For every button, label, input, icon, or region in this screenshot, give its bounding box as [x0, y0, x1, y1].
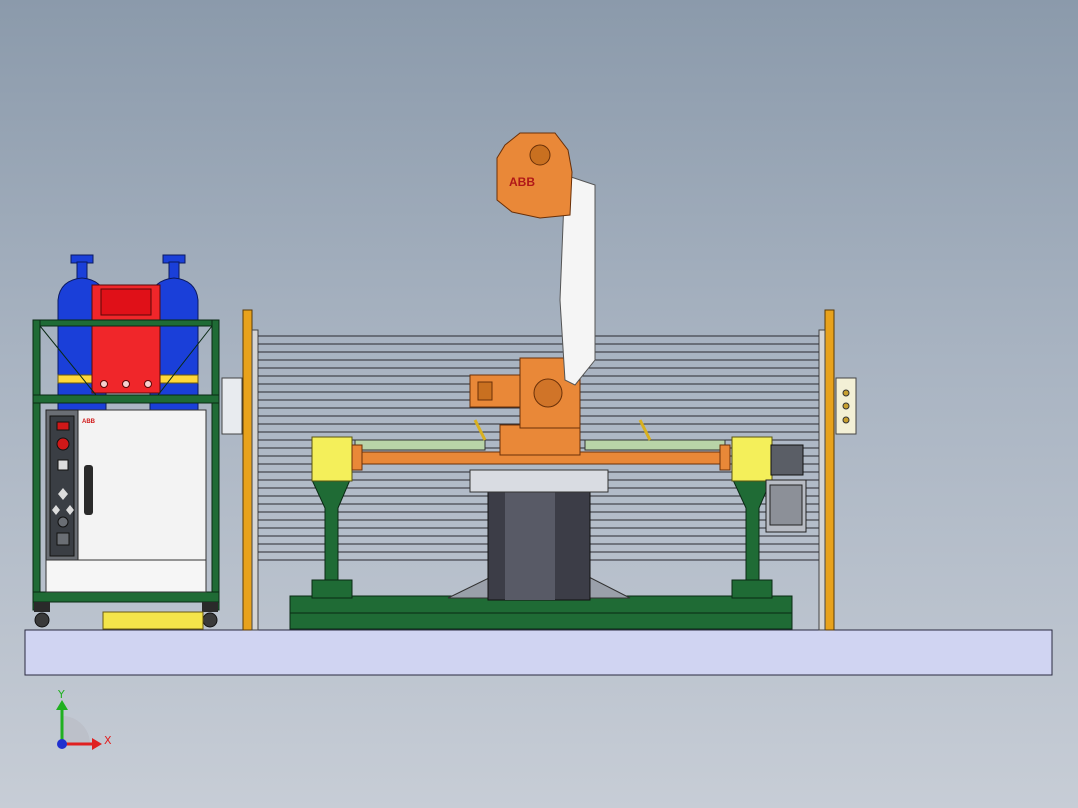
positioner-motor — [765, 444, 807, 533]
caster-left — [34, 602, 50, 628]
welding-power-cart: ABB — [32, 254, 220, 630]
robot-controller-cabinet: ABB — [45, 409, 207, 593]
cad-viewport[interactable]: ABB ABB Y X — [0, 0, 1078, 808]
cabinet-brand-label: ABB — [82, 419, 96, 425]
caster-right — [202, 602, 218, 628]
positioner-pedestal-left — [311, 436, 353, 599]
triad-arc — [62, 716, 90, 744]
triad-y-label: Y — [57, 688, 65, 701]
triad-y-arrowhead — [56, 700, 68, 710]
welding-workstation-drawing: ABB ABB Y X — [24, 132, 1053, 750]
robot-brand-label: ABB — [509, 175, 535, 189]
triad-x-label: X — [104, 734, 112, 747]
floor-plate — [24, 629, 1053, 676]
fence-sensor-left — [221, 377, 243, 435]
triad-x-arrowhead — [92, 738, 102, 750]
welding-power-unit — [91, 284, 161, 394]
triad-z-axis-dot — [57, 739, 67, 749]
welding-robot: ABB — [469, 132, 596, 456]
coordinate-triad: Y X — [56, 688, 112, 750]
positioner-base — [289, 469, 793, 630]
